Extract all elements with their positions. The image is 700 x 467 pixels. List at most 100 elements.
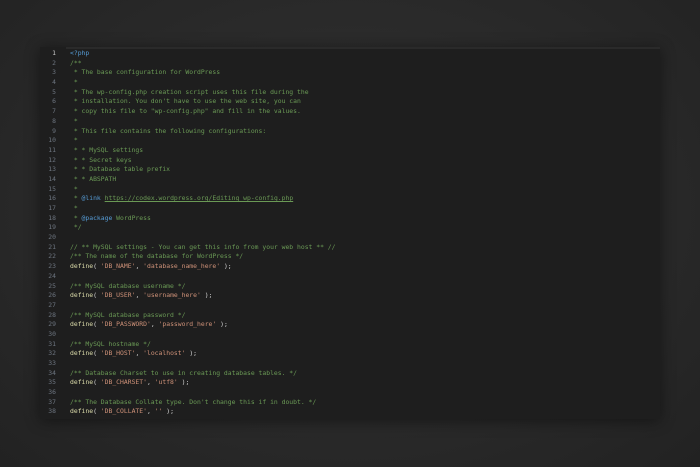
line-text: define( 'DB_HOST', 'localhost' ); (70, 349, 197, 359)
line-text: define( 'DB_CHARSET', 'utf8' ); (70, 378, 189, 388)
line-number: 24 (48, 271, 56, 280)
line-number: 21 (48, 242, 56, 251)
code-token: * * ABSPATH (70, 174, 117, 183)
code-area[interactable]: 1 <?php 2/** 3 * The base configuration for… (40, 49, 660, 417)
code-line[interactable]: 15 * (40, 185, 660, 195)
code-line[interactable]: 21 // ** MySQL settings - You can get thi… (40, 243, 660, 253)
code-token: @link (81, 194, 101, 203)
code-line[interactable]: 18 * @package WordPress (40, 214, 660, 224)
code-token: 'DB_PASSWORD' (100, 320, 151, 329)
code-line[interactable]: 22 /** The name of the database for WordP… (40, 252, 660, 262)
line-text: * @link https://codex.wordpress.org/Edit… (70, 194, 293, 204)
line-text: * The wp-config.php creation script uses… (70, 88, 309, 98)
code-line[interactable]: 16 * @link https://codex.wordpress.org/E… (40, 194, 660, 204)
code-editor[interactable]: 1 <?php 2/** 3 * The base configuration for… (40, 47, 660, 419)
code-line[interactable]: 8 * (40, 117, 660, 127)
line-number: 29 (48, 320, 56, 329)
code-line[interactable]: 37 /** The Database Collate type. Don't c… (40, 398, 660, 408)
code-token: * * Database table prefix (70, 165, 171, 174)
code-token: * * Secret keys (70, 155, 132, 164)
code-token: /** MySQL hostname */ (70, 339, 151, 348)
line-text: * (70, 136, 78, 146)
code-line[interactable]: 6 * installation. You don't have to use … (40, 97, 660, 107)
line-text: define( 'DB_COLLATE', '' ); (70, 407, 174, 417)
code-line[interactable]: 5 * The wp-config.php creation script us… (40, 88, 660, 98)
code-token: 'database_name_here' (143, 262, 221, 271)
line-number: 22 (48, 252, 56, 261)
code-line[interactable]: 11 * * MySQL settings (40, 146, 660, 156)
code-token: * The wp-config.php creation script uses… (70, 87, 309, 96)
line-number: 4 (52, 78, 56, 87)
code-token: 'DB_NAME' (100, 262, 136, 271)
line-text: * @package WordPress (70, 214, 151, 224)
code-line[interactable]: 2 /** (40, 59, 660, 69)
code-line[interactable]: 30 (40, 330, 660, 340)
code-token: , (146, 407, 155, 416)
line-text: * (70, 185, 78, 195)
code-token: define (70, 349, 94, 358)
code-token: /** The name of the database for WordPre… (70, 252, 244, 261)
code-token: ( (93, 291, 101, 300)
code-line[interactable]: 28 /** MySQL database password */ (40, 311, 660, 321)
code-line[interactable]: 10 * (40, 136, 660, 146)
line-text: define( 'DB_USER', 'username_here' ); (70, 291, 212, 301)
code-token: 'DB_USER' (100, 291, 136, 300)
line-number: 10 (48, 136, 56, 145)
line-number: 35 (48, 378, 56, 387)
line-number: 20 (48, 233, 56, 242)
code-token: ( (93, 262, 101, 271)
line-text: * * MySQL settings (70, 146, 143, 156)
line-number: 8 (52, 116, 56, 125)
line-number: 13 (48, 165, 56, 174)
code-token: * (70, 194, 82, 203)
code-line[interactable]: 17 * (40, 204, 660, 214)
code-line[interactable]: 26 define( 'DB_USER', 'username_here' ); (40, 291, 660, 301)
code-line[interactable]: 33 (40, 359, 660, 369)
line-text: * (70, 117, 78, 127)
code-line[interactable]: 35 define( 'DB_CHARSET', 'utf8' ); (40, 378, 660, 388)
code-line[interactable]: 4 * (40, 78, 660, 88)
code-line[interactable]: 34 /** Database Charset to use in creatin… (40, 369, 660, 379)
code-line[interactable]: 31 /** MySQL hostname */ (40, 340, 660, 350)
code-line[interactable]: 12 * * Secret keys (40, 156, 660, 166)
line-text: /** Database Charset to use in creating … (70, 369, 297, 379)
code-token: ); (185, 349, 198, 358)
code-line[interactable]: 7 * copy this file to "wp-config.php" an… (40, 107, 660, 117)
line-text: /** (70, 59, 82, 69)
line-number: 19 (48, 223, 56, 232)
code-token: WordPress (112, 213, 151, 222)
line-text: /** MySQL hostname */ (70, 340, 151, 350)
line-number: 6 (52, 97, 56, 106)
code-line[interactable]: 20 (40, 233, 660, 243)
code-line[interactable]: 9 * This file contains the following con… (40, 127, 660, 137)
line-number: 34 (48, 368, 56, 377)
line-text: /** MySQL database username */ (70, 282, 185, 292)
code-token: @package (81, 213, 113, 222)
line-number: 32 (48, 349, 56, 358)
line-number: 11 (48, 145, 56, 154)
line-number: 3 (52, 68, 56, 77)
code-line[interactable]: 36 (40, 388, 660, 398)
code-token: ( (93, 378, 101, 387)
line-number: 33 (48, 359, 56, 367)
line-number: 7 (52, 107, 56, 116)
code-line[interactable]: 25 /** MySQL database username */ (40, 282, 660, 292)
line-text: * This file contains the following confi… (70, 127, 266, 137)
code-line[interactable]: 14 * * ABSPATH (40, 175, 660, 185)
line-text: define( 'DB_NAME', 'database_name_here' … (70, 262, 232, 272)
code-line[interactable]: 38 define( 'DB_COLLATE', '' ); (40, 407, 660, 417)
code-line[interactable]: 23 define( 'DB_NAME', 'database_name_here… (40, 262, 660, 272)
code-line[interactable]: 3 * The base configuration for WordPress (40, 68, 660, 78)
code-token: ); (177, 378, 190, 387)
code-line[interactable]: 27 (40, 301, 660, 311)
code-line[interactable]: 24 (40, 272, 660, 282)
code-line[interactable]: 13 * * Database table prefix (40, 165, 660, 175)
code-line[interactable]: 32 define( 'DB_HOST', 'localhost' ); (40, 349, 660, 359)
code-line[interactable]: 1 <?php (40, 49, 660, 59)
code-line[interactable]: 19 */ (40, 223, 660, 233)
code-token[interactable]: https://codex.wordpress.org/Editing_wp-c… (105, 194, 294, 202)
code-line[interactable]: 29 define( 'DB_PASSWORD', 'password_here'… (40, 320, 660, 330)
code-token: 'DB_COLLATE' (100, 407, 147, 416)
line-text: * * Secret keys (70, 156, 132, 166)
code-token: define (70, 407, 94, 416)
